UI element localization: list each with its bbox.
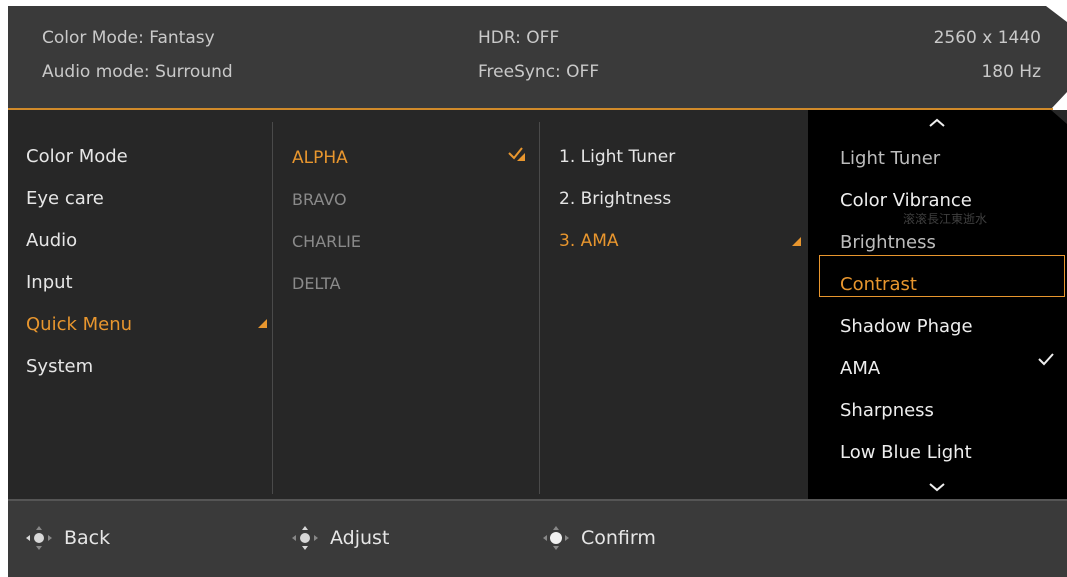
option-low-blue-light[interactable]: Low Blue Light [840, 442, 972, 463]
back-button[interactable]: Back [24, 522, 110, 554]
back-label: Back [64, 527, 111, 549]
joystick-icon [543, 526, 569, 550]
option-ama[interactable]: AMA [840, 358, 880, 379]
option-color-vibrance[interactable]: Color Vibrance [840, 190, 972, 211]
freesync-status: FreeSync: OFF [478, 62, 600, 82]
profile-item-alpha[interactable]: ALPHA [292, 148, 348, 168]
option-brightness[interactable]: Brightness [840, 232, 936, 253]
audio-mode-status: Audio mode: Surround [42, 62, 233, 82]
column-divider [272, 122, 273, 494]
monitor-osd: Color Mode: Fantasy Audio mode: Surround… [8, 6, 1067, 577]
main-menu-item-eye-care[interactable]: Eye care [26, 188, 104, 209]
check-icon [1038, 353, 1054, 366]
submenu-arrow-icon [792, 237, 801, 246]
profile-item-bravo[interactable]: BRAVO [292, 190, 347, 209]
option-panel: 滚滚長江東逝水 Light Tuner Color Vibrance Brigh… [808, 110, 1067, 502]
hdr-status: HDR: OFF [478, 28, 560, 48]
adjust-button[interactable]: Adjust [290, 522, 389, 554]
quick-menu-item-2[interactable]: 2. Brightness [559, 189, 671, 209]
joystick-icon [26, 526, 52, 550]
watermark-text: 滚滚長江東逝水 [903, 212, 988, 226]
main-menu-item-color-mode[interactable]: Color Mode [26, 146, 128, 167]
chevron-down-icon[interactable] [928, 482, 946, 492]
confirm-button[interactable]: Confirm [541, 522, 656, 554]
main-menu-item-input[interactable]: Input [26, 272, 73, 293]
option-light-tuner[interactable]: Light Tuner [840, 148, 940, 169]
confirm-label: Confirm [581, 527, 656, 549]
quick-menu-item-1[interactable]: 1. Light Tuner [559, 147, 675, 167]
quick-menu-item-3[interactable]: 3. AMA [559, 231, 619, 251]
submenu-arrow-icon [258, 319, 267, 328]
option-shadow-phage[interactable]: Shadow Phage [840, 316, 973, 337]
resolution-status: 2560 x 1440 [933, 28, 1041, 48]
main-menu-item-system[interactable]: System [26, 356, 93, 377]
footer-controls: Back Adjust Confirm [8, 501, 1067, 577]
profile-item-delta[interactable]: DELTA [292, 274, 341, 293]
option-contrast[interactable]: Contrast [840, 274, 917, 295]
joystick-icon [292, 526, 318, 550]
profile-item-charlie[interactable]: CHARLIE [292, 232, 361, 251]
main-menu-item-quick-menu[interactable]: Quick Menu [26, 314, 132, 335]
column-divider [539, 122, 540, 494]
chevron-up-icon[interactable] [928, 118, 946, 128]
color-mode-status: Color Mode: Fantasy [42, 28, 215, 48]
status-header: Color Mode: Fantasy Audio mode: Surround… [8, 6, 1067, 108]
refresh-status: 180 Hz [981, 62, 1041, 82]
main-menu-item-audio[interactable]: Audio [26, 230, 77, 251]
option-sharpness[interactable]: Sharpness [840, 400, 934, 421]
adjust-label: Adjust [330, 527, 390, 549]
header-accent-line [8, 108, 1053, 110]
check-icon [508, 147, 525, 161]
